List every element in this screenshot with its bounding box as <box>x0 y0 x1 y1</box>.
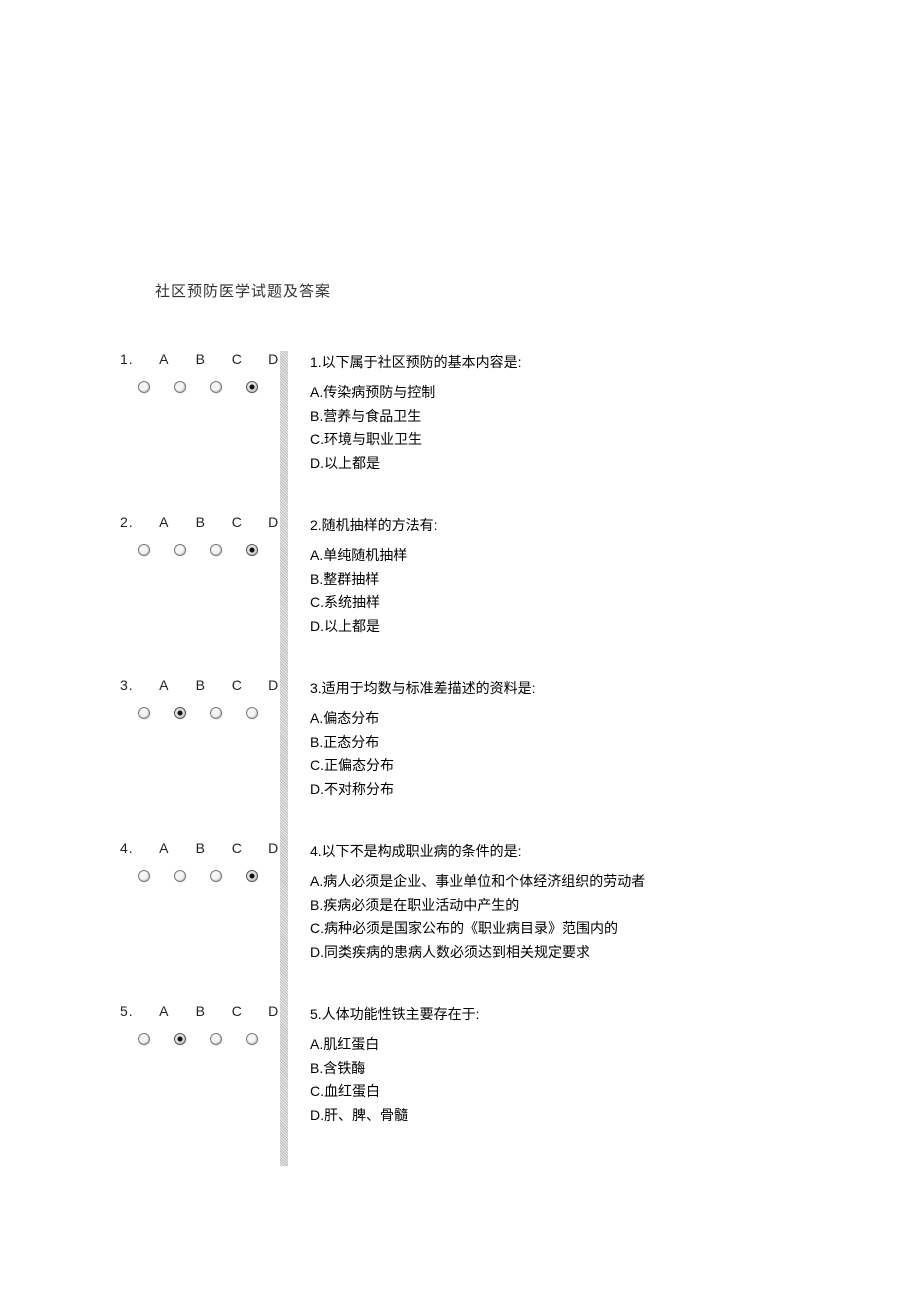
radio-group <box>120 544 280 556</box>
radio-option-a[interactable] <box>138 544 150 556</box>
question-block: 2. A B C D 2.随机抽样的方法有: A.单纯随机抽样B.整群抽样C.系统抽样D.以… <box>0 514 920 677</box>
radio-group <box>120 1033 280 1045</box>
option-text: C.环境与职业卫生 <box>310 428 920 452</box>
radio-option-c[interactable] <box>210 1033 222 1045</box>
choice-label: B <box>195 514 207 530</box>
question-block: 3. A B C D 3.适用于均数与标准差描述的资料是: A.偏态分布B.正态分布C.正偏… <box>0 677 920 840</box>
choice-label: A <box>158 351 170 367</box>
question-number: 3. <box>120 677 134 693</box>
question-stem: 4.以下不是构成职业病的条件的是: <box>310 840 920 864</box>
radio-option-d[interactable] <box>246 870 258 882</box>
choice-label: C <box>231 840 243 856</box>
answer-sheet-cell: 3. A B C D <box>0 677 280 802</box>
option-text: D.不对称分布 <box>310 778 920 802</box>
choice-label: A <box>158 840 170 856</box>
radio-option-d[interactable] <box>246 707 258 719</box>
question-number: 2. <box>120 514 134 530</box>
question-block: 5. A B C D 5.人体功能性铁主要存在于: A.肌红蛋白B.含铁酶C.血红蛋白D.肝… <box>0 1003 920 1166</box>
choice-header: 3. A B C D <box>120 677 280 693</box>
option-text: C.系统抽样 <box>310 591 920 615</box>
question-text: 1.以下属于社区预防的基本内容是: A.传染病预防与控制B.营养与食品卫生C.环境… <box>280 351 920 476</box>
choice-label: A <box>158 514 170 530</box>
choice-label: A <box>158 1003 170 1019</box>
radio-option-b[interactable] <box>174 707 186 719</box>
option-text: B.含铁酶 <box>310 1057 920 1081</box>
choice-header: 2. A B C D <box>120 514 280 530</box>
radio-group <box>120 381 280 393</box>
choice-label: B <box>195 677 207 693</box>
question-number: 4. <box>120 840 134 856</box>
option-text: D.以上都是 <box>310 452 920 476</box>
choice-header: 4. A B C D <box>120 840 280 856</box>
question-block: 1. A B C D 1.以下属于社区预防的基本内容是: A.传染病预防与控制B.营养与食品… <box>0 351 920 514</box>
answer-sheet-cell: 4. A B C D <box>0 840 280 965</box>
radio-option-a[interactable] <box>138 870 150 882</box>
choice-label: D <box>268 1003 280 1019</box>
question-block: 4. A B C D 4.以下不是构成职业病的条件的是: A.病人必须是企业、事业单位和个体… <box>0 840 920 1003</box>
question-stem: 2.随机抽样的方法有: <box>310 514 920 538</box>
choice-label: D <box>268 514 280 530</box>
radio-group <box>120 707 280 719</box>
radio-option-c[interactable] <box>210 870 222 882</box>
question-stem: 3.适用于均数与标准差描述的资料是: <box>310 677 920 701</box>
page-title: 社区预防医学试题及答案 <box>155 280 920 301</box>
vertical-divider <box>280 351 288 1166</box>
option-text: B.疾病必须是在职业活动中产生的 <box>310 894 920 918</box>
radio-option-a[interactable] <box>138 1033 150 1045</box>
option-text: B.正态分布 <box>310 731 920 755</box>
option-text: A.肌红蛋白 <box>310 1033 920 1057</box>
option-text: C.血红蛋白 <box>310 1080 920 1104</box>
question-stem: 1.以下属于社区预防的基本内容是: <box>310 351 920 375</box>
answer-sheet-cell: 2. A B C D <box>0 514 280 639</box>
answer-sheet-cell: 5. A B C D <box>0 1003 280 1128</box>
radio-option-c[interactable] <box>210 707 222 719</box>
choice-label: C <box>231 514 243 530</box>
quiz-container: 1. A B C D 1.以下属于社区预防的基本内容是: A.传染病预防与控制B.营养与食品… <box>0 351 920 1166</box>
radio-option-b[interactable] <box>174 870 186 882</box>
option-text: A.传染病预防与控制 <box>310 381 920 405</box>
option-text: D.以上都是 <box>310 615 920 639</box>
radio-option-b[interactable] <box>174 1033 186 1045</box>
radio-option-b[interactable] <box>174 381 186 393</box>
option-text: C.正偏态分布 <box>310 754 920 778</box>
choice-label: C <box>231 351 243 367</box>
choice-label: B <box>195 1003 207 1019</box>
choice-label: B <box>195 351 207 367</box>
choice-label: D <box>268 351 280 367</box>
choice-label: C <box>231 1003 243 1019</box>
question-number: 5. <box>120 1003 134 1019</box>
question-stem: 5.人体功能性铁主要存在于: <box>310 1003 920 1027</box>
choice-label: C <box>231 677 243 693</box>
radio-option-d[interactable] <box>246 381 258 393</box>
option-text: A.病人必须是企业、事业单位和个体经济组织的劳动者 <box>310 870 920 894</box>
radio-option-a[interactable] <box>138 381 150 393</box>
radio-option-c[interactable] <box>210 544 222 556</box>
radio-option-d[interactable] <box>246 544 258 556</box>
option-text: D.同类疾病的患病人数必须达到相关规定要求 <box>310 941 920 965</box>
radio-option-c[interactable] <box>210 381 222 393</box>
choice-label: D <box>268 840 280 856</box>
radio-option-a[interactable] <box>138 707 150 719</box>
option-text: B.营养与食品卫生 <box>310 405 920 429</box>
question-text: 3.适用于均数与标准差描述的资料是: A.偏态分布B.正态分布C.正偏态分布D.不… <box>280 677 920 802</box>
option-text: A.偏态分布 <box>310 707 920 731</box>
option-text: B.整群抽样 <box>310 568 920 592</box>
choice-header: 5. A B C D <box>120 1003 280 1019</box>
option-text: A.单纯随机抽样 <box>310 544 920 568</box>
radio-group <box>120 870 280 882</box>
choice-label: D <box>268 677 280 693</box>
question-text: 4.以下不是构成职业病的条件的是: A.病人必须是企业、事业单位和个体经济组织的劳… <box>280 840 920 965</box>
choice-label: A <box>158 677 170 693</box>
option-text: D.肝、脾、骨髓 <box>310 1104 920 1128</box>
choice-header: 1. A B C D <box>120 351 280 367</box>
option-text: C.病种必须是国家公布的《职业病目录》范围内的 <box>310 917 920 941</box>
question-number: 1. <box>120 351 134 367</box>
choice-label: B <box>195 840 207 856</box>
answer-sheet-cell: 1. A B C D <box>0 351 280 476</box>
question-text: 5.人体功能性铁主要存在于: A.肌红蛋白B.含铁酶C.血红蛋白D.肝、脾、骨髓 <box>280 1003 920 1128</box>
radio-option-b[interactable] <box>174 544 186 556</box>
radio-option-d[interactable] <box>246 1033 258 1045</box>
question-text: 2.随机抽样的方法有: A.单纯随机抽样B.整群抽样C.系统抽样D.以上都是 <box>280 514 920 639</box>
